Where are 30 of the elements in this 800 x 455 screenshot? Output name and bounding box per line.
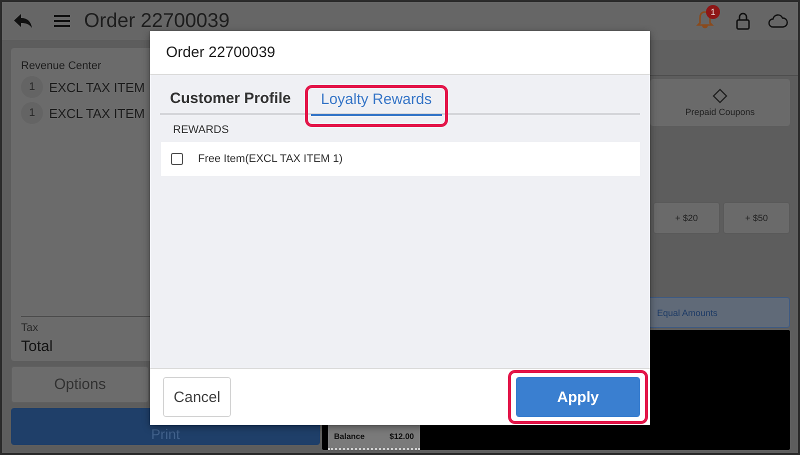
reward-row[interactable]: Free Item(EXCL TAX ITEM 1) <box>161 142 640 176</box>
section-label: REWARDS <box>173 124 230 136</box>
revenue-center-label: Revenue Center <box>21 60 102 72</box>
quantity-badge: 1 <box>21 76 43 98</box>
lock-icon[interactable] <box>736 12 750 30</box>
menu-icon[interactable] <box>54 14 70 28</box>
amount-button[interactable]: + $50 <box>723 202 790 234</box>
balance-value: $12.00 <box>390 432 414 440</box>
quantity-badge: 1 <box>21 102 43 124</box>
tile-label: Prepaid Coupons <box>685 107 755 117</box>
cloud-icon[interactable] <box>768 14 788 28</box>
balance-label: Balance <box>334 432 365 440</box>
order-title: Order 22700039 <box>84 10 230 32</box>
dialog-title: Order 22700039 <box>166 44 276 61</box>
total-label: Total <box>21 338 54 355</box>
notification-badge: 1 <box>706 5 720 19</box>
cancel-button[interactable]: Cancel <box>163 377 231 417</box>
item-name[interactable]: EXCL TAX ITEM <box>49 106 145 120</box>
coupon-tile[interactable]: Prepaid Coupons <box>650 79 790 126</box>
reward-label: Free Item(EXCL TAX ITEM 1) <box>198 153 343 165</box>
back-arrow-icon[interactable] <box>12 12 34 30</box>
tax-label: Tax <box>21 322 40 334</box>
dialog-tab[interactable]: Customer Profile <box>160 90 301 115</box>
item-name[interactable]: EXCL TAX ITEM <box>49 80 145 94</box>
checkbox[interactable] <box>171 153 183 165</box>
dialog-tab[interactable]: Loyalty Rewards <box>310 91 442 116</box>
amount-button[interactable]: + $20 <box>653 202 720 234</box>
options-button[interactable]: Options <box>11 366 149 403</box>
apply-button[interactable]: Apply <box>516 377 640 417</box>
tag-icon <box>712 88 728 104</box>
